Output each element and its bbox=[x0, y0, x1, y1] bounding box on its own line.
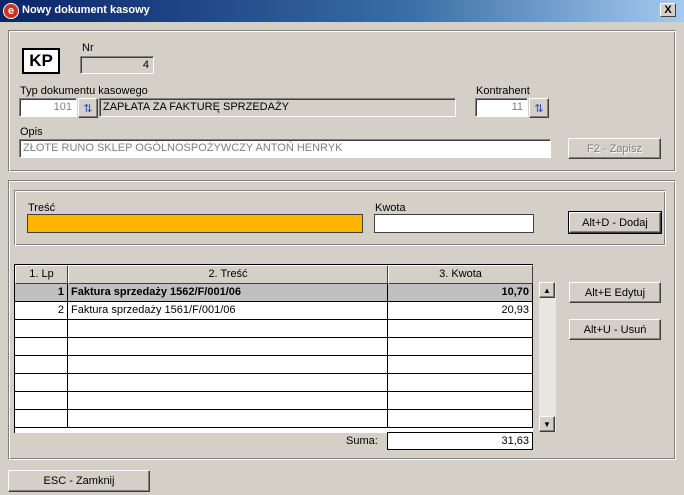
sum-value: 31,63 bbox=[387, 432, 533, 450]
nr-field: 4 bbox=[80, 56, 154, 74]
nr-label: Nr bbox=[82, 42, 94, 54]
edit-button[interactable]: Alt+E Edytuj bbox=[569, 282, 661, 303]
add-button[interactable]: Alt+D - Dodaj bbox=[568, 211, 662, 234]
content-input[interactable] bbox=[27, 214, 363, 233]
table-row[interactable]: 1 Faktura sprzedaży 1562/F/001/06 10,70 bbox=[15, 284, 533, 302]
column-header-lp[interactable]: 1. Lp bbox=[15, 265, 68, 284]
cell-tresc bbox=[68, 410, 388, 428]
table-row[interactable]: 2 Faktura sprzedaży 1561/F/001/06 20,93 bbox=[15, 302, 533, 320]
table-row[interactable] bbox=[15, 374, 533, 392]
cell-tresc bbox=[68, 320, 388, 338]
delete-button[interactable]: Alt+U - Usuń bbox=[569, 319, 661, 340]
cell-tresc bbox=[68, 374, 388, 392]
doc-type-lookup-button[interactable]: ⇅ bbox=[78, 98, 98, 118]
description-label: Opis bbox=[20, 126, 43, 138]
cell-lp bbox=[15, 356, 68, 374]
amount-label: Kwota bbox=[375, 202, 406, 214]
content-label: Treść bbox=[28, 202, 56, 214]
doc-type-code-field[interactable]: 101 bbox=[19, 98, 77, 117]
doc-type-name-field: ZAPŁATA ZA FAKTURĘ SPRZEDAŻY bbox=[99, 98, 456, 117]
doc-type-label: Typ dokumentu kasowego bbox=[20, 85, 148, 97]
save-button[interactable]: F2 - Zapisz bbox=[568, 138, 661, 159]
table-row[interactable] bbox=[15, 392, 533, 410]
close-window-button[interactable]: X bbox=[660, 3, 676, 17]
title-bar: e Nowy dokument kasowy X bbox=[0, 0, 684, 22]
sum-label: Suma: bbox=[346, 435, 378, 447]
cell-kwota bbox=[388, 392, 533, 410]
cell-tresc bbox=[68, 392, 388, 410]
column-header-tresc[interactable]: 2. Treść bbox=[68, 265, 388, 284]
cell-kwota bbox=[388, 320, 533, 338]
table-row[interactable] bbox=[15, 320, 533, 338]
cell-kwota bbox=[388, 374, 533, 392]
cell-lp: 2 bbox=[15, 302, 68, 320]
contractor-label: Kontrahent bbox=[476, 85, 530, 97]
cell-tresc bbox=[68, 338, 388, 356]
scroll-up-icon: ▲ bbox=[543, 285, 551, 295]
cell-lp bbox=[15, 392, 68, 410]
cell-kwota: 20,93 bbox=[388, 302, 533, 320]
column-header-kwota[interactable]: 3. Kwota bbox=[388, 265, 533, 284]
amount-input[interactable] bbox=[374, 214, 534, 233]
cell-lp: 1 bbox=[15, 284, 68, 302]
contractor-lookup-button[interactable]: ⇅ bbox=[529, 98, 549, 118]
cell-kwota: 10,70 bbox=[388, 284, 533, 302]
cell-lp bbox=[15, 410, 68, 428]
contractor-code-field[interactable]: 11 bbox=[475, 98, 528, 117]
cell-kwota bbox=[388, 410, 533, 428]
cell-tresc: Faktura sprzedaży 1561/F/001/06 bbox=[68, 302, 388, 320]
items-grid: 1. Lp 2. Treść 3. Kwota 1 Faktura sprzeda… bbox=[14, 264, 533, 433]
cell-tresc bbox=[68, 356, 388, 374]
cell-lp bbox=[15, 338, 68, 356]
close-button[interactable]: ESC - Zamknij bbox=[8, 470, 150, 492]
description-field[interactable]: ZŁOTE RUNO SKLEP OGÓLNOSPOŻYWCZY ANTOŃ H… bbox=[19, 139, 551, 158]
cell-lp bbox=[15, 374, 68, 392]
lookup-icon: ⇅ bbox=[83, 102, 93, 115]
grid-scrollbar[interactable]: ▲ ▼ bbox=[539, 282, 556, 432]
scroll-up-button[interactable]: ▲ bbox=[539, 282, 555, 298]
lookup-icon: ⇅ bbox=[534, 102, 544, 115]
window-title: Nowy dokument kasowy bbox=[22, 4, 150, 16]
doc-kind-badge: KP bbox=[22, 48, 60, 74]
cell-kwota bbox=[388, 338, 533, 356]
table-row[interactable] bbox=[15, 338, 533, 356]
scroll-down-icon: ▼ bbox=[543, 419, 551, 429]
cell-tresc: Faktura sprzedaży 1562/F/001/06 bbox=[68, 284, 388, 302]
table-row[interactable] bbox=[15, 410, 533, 428]
cell-lp bbox=[15, 320, 68, 338]
cell-kwota bbox=[388, 356, 533, 374]
scroll-down-button[interactable]: ▼ bbox=[539, 416, 555, 432]
app-icon: e bbox=[3, 3, 19, 19]
table-row[interactable] bbox=[15, 356, 533, 374]
